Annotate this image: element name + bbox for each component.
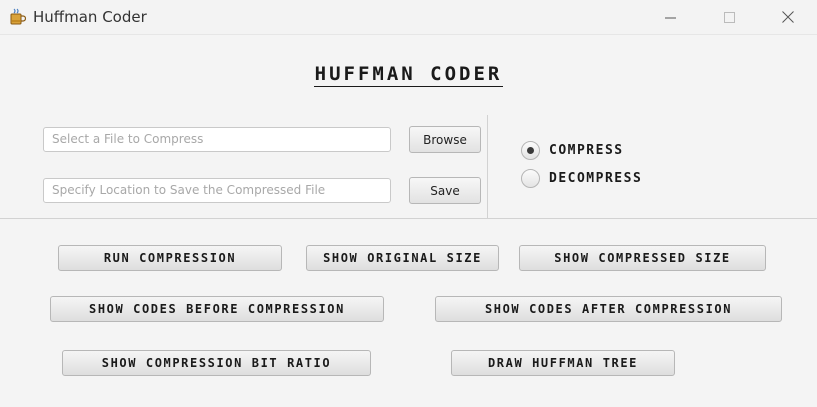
run-compression-button[interactable]: RUN COMPRESSION	[58, 245, 282, 271]
page-title-text: HUFFMAN CODER	[313, 63, 504, 87]
app-icon	[8, 8, 27, 26]
close-button[interactable]	[765, 0, 811, 34]
maximize-icon	[723, 11, 735, 23]
show-original-size-button[interactable]: SHOW ORIGINAL SIZE	[306, 245, 499, 271]
compress-file-field[interactable]	[43, 127, 391, 152]
browse-button[interactable]: Browse	[409, 126, 481, 153]
radio-compress-indicator[interactable]	[521, 140, 540, 160]
show-compressed-size-button[interactable]: SHOW COMPRESSED SIZE	[519, 245, 766, 271]
radio-compress[interactable]: COMPRESS	[521, 139, 624, 161]
horizontal-divider	[0, 218, 817, 219]
save-location-input[interactable]	[52, 183, 382, 197]
compress-file-input[interactable]	[52, 132, 382, 146]
window-title: Huffman Coder	[33, 8, 147, 26]
show-codes-before-button[interactable]: SHOW CODES BEFORE COMPRESSION	[50, 296, 384, 322]
show-codes-after-button[interactable]: SHOW CODES AFTER COMPRESSION	[435, 296, 782, 322]
close-icon	[782, 11, 794, 23]
radio-decompress-label: DECOMPRESS	[549, 170, 643, 186]
save-location-field[interactable]	[43, 178, 391, 203]
draw-huffman-tree-button[interactable]: DRAW HUFFMAN TREE	[451, 350, 675, 376]
minimize-button[interactable]	[647, 0, 693, 34]
minimize-icon	[664, 12, 676, 23]
save-button[interactable]: Save	[409, 177, 481, 204]
title-bar: Huffman Coder	[0, 0, 817, 35]
radio-decompress[interactable]: DECOMPRESS	[521, 167, 642, 189]
radio-decompress-indicator[interactable]	[521, 168, 540, 188]
radio-compress-label: COMPRESS	[549, 142, 624, 158]
page-title: HUFFMAN CODER	[0, 63, 817, 87]
maximize-button[interactable]	[706, 0, 752, 34]
show-bit-ratio-button[interactable]: SHOW COMPRESSION BIT RATIO	[62, 350, 371, 376]
vertical-divider	[487, 115, 488, 218]
